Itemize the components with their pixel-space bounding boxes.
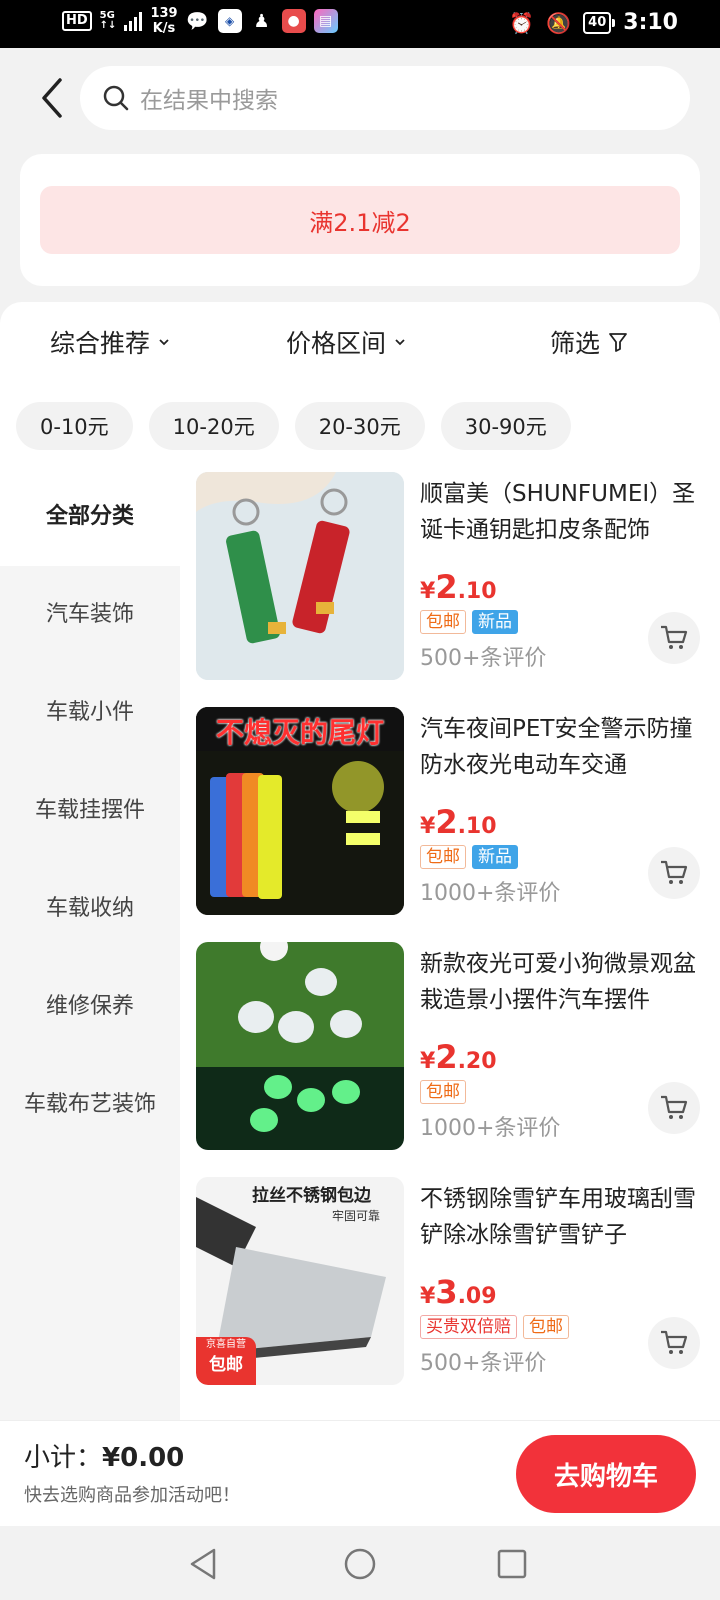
mute-icon: 🔕 bbox=[546, 10, 572, 35]
product-tags: 包邮 bbox=[420, 1080, 466, 1104]
clock: 3:10 bbox=[623, 10, 678, 35]
checkout-bar: 小计：¥0.00 快去选购商品参加活动吧！ 去购物车 bbox=[0, 1420, 720, 1526]
search-placeholder: 在结果中搜索 bbox=[140, 88, 278, 114]
review-count: 500+条评价 bbox=[420, 646, 547, 671]
product-price: ¥2.20 bbox=[420, 1038, 497, 1076]
promo-card: 满2.1减2 bbox=[20, 154, 700, 286]
price-guarantee-tag: 买贵双倍赔 bbox=[420, 1315, 517, 1339]
network-speed: 139 K/s bbox=[150, 6, 178, 36]
battery-indicator: 40 bbox=[583, 11, 616, 34]
checkout-hint: 快去选购商品参加活动吧！ bbox=[24, 1485, 240, 1506]
search-icon bbox=[103, 85, 129, 111]
add-to-cart-button[interactable] bbox=[648, 1082, 700, 1134]
nav-recents-icon[interactable] bbox=[492, 1544, 532, 1584]
product-image-subcaption: 牢固可靠 bbox=[332, 1209, 381, 1223]
category-item[interactable]: 汽车装饰 bbox=[0, 562, 180, 662]
category-all[interactable]: 全部分类 bbox=[0, 462, 180, 566]
product-title[interactable]: 顺富美（SHUNFUMEI）圣诞卡通钥匙扣皮条配饰 bbox=[420, 476, 704, 548]
product-price: ¥2.10 bbox=[420, 568, 497, 606]
category-item[interactable]: 维修保养 bbox=[0, 954, 180, 1054]
search-input[interactable]: 在结果中搜索 bbox=[80, 66, 690, 130]
alarm-icon: ⏰ bbox=[509, 10, 535, 35]
sort-price-range-label: 价格区间 bbox=[286, 329, 387, 358]
product-image-caption: 拉丝不锈钢包边 bbox=[252, 1186, 371, 1206]
product-image[interactable]: 不熄灭的尾灯 bbox=[196, 707, 404, 915]
wechat-icon: 💬 bbox=[186, 10, 209, 32]
chevron-down-icon bbox=[395, 339, 405, 346]
product-image[interactable]: 拉丝不锈钢包边 牢固可靠 京喜自营 包邮 bbox=[196, 1177, 404, 1385]
sort-comprehensive[interactable]: 综合推荐 bbox=[50, 324, 170, 360]
price-chip[interactable]: 10-20元 bbox=[148, 402, 279, 450]
bank-icon: ◈ bbox=[217, 9, 242, 33]
status-bar: HD 5G ↑↓ 139 K/s 💬 ◈ ♟ ● ▤ ⏰ 🔕 40 3:10 bbox=[0, 0, 720, 48]
review-count: 1000+条评价 bbox=[420, 881, 561, 906]
sort-comprehensive-label: 综合推荐 bbox=[50, 329, 151, 358]
review-count: 1000+条评价 bbox=[420, 1116, 561, 1141]
price-chip[interactable]: 30-90元 bbox=[440, 402, 571, 450]
chevron-down-icon bbox=[159, 339, 169, 346]
seller-badge: 京喜自营 包邮 bbox=[196, 1337, 256, 1385]
product-price: ¥3.09 bbox=[420, 1273, 497, 1311]
price-chip[interactable]: 20-30元 bbox=[294, 402, 425, 450]
new-product-tag: 新品 bbox=[472, 610, 518, 634]
free-shipping-tag: 包邮 bbox=[523, 1315, 569, 1339]
price-chip[interactable]: 0-10元 bbox=[16, 402, 133, 450]
promo-banner[interactable]: 满2.1减2 bbox=[40, 186, 680, 254]
product-tags: 买贵双倍赔 包邮 bbox=[420, 1315, 569, 1339]
review-count: 500+条评价 bbox=[420, 1351, 547, 1376]
product-tags: 包邮 新品 bbox=[420, 610, 518, 634]
product-image-caption: 不熄灭的尾灯 bbox=[215, 716, 384, 749]
product-price: ¥2.10 bbox=[420, 803, 497, 841]
product-title[interactable]: 新款夜光可爱小狗微景观盆栽造景小摆件汽车摆件 bbox=[420, 946, 704, 1018]
cart-icon bbox=[661, 1095, 688, 1119]
add-to-cart-button[interactable] bbox=[648, 847, 700, 899]
price-chips: 0-10元 10-20元 20-30元 30-90元 bbox=[16, 402, 571, 450]
subtotal-label: 小计： bbox=[24, 1443, 103, 1473]
category-item[interactable]: 车载布艺装饰 bbox=[0, 1052, 180, 1152]
product-image[interactable] bbox=[196, 942, 404, 1150]
filter-button[interactable]: 筛选 bbox=[550, 324, 628, 360]
product-card[interactable]: 新款夜光可爱小狗微景观盆栽造景小摆件汽车摆件 ¥2.20 包邮 1000+条评价 bbox=[196, 942, 706, 1152]
hd-indicator: HD bbox=[62, 11, 92, 31]
cart-icon bbox=[661, 625, 688, 649]
go-to-cart-button[interactable]: 去购物车 bbox=[516, 1435, 696, 1513]
subtotal: 小计：¥0.00 bbox=[24, 1437, 184, 1474]
back-arrow-icon[interactable] bbox=[36, 76, 70, 120]
nav-back-icon[interactable] bbox=[184, 1544, 224, 1584]
product-tags: 包邮 新品 bbox=[420, 845, 518, 869]
add-to-cart-button[interactable] bbox=[648, 612, 700, 664]
sort-bar: 综合推荐 价格区间 筛选 bbox=[0, 302, 720, 388]
product-card[interactable]: 顺富美（SHUNFUMEI）圣诞卡通钥匙扣皮条配饰 ¥2.10 包邮 新品 50… bbox=[196, 472, 706, 682]
free-shipping-tag: 包邮 bbox=[420, 845, 466, 869]
product-title[interactable]: 汽车夜间PET安全警示防撞防水夜光电动车交通 bbox=[420, 711, 704, 783]
nav-home-icon[interactable] bbox=[340, 1544, 380, 1584]
free-shipping-tag: 包邮 bbox=[420, 610, 466, 634]
product-card[interactable]: 不熄灭的尾灯 汽车夜间PET安全警示防撞防水夜光电动车交通 ¥2.10 包邮 新… bbox=[196, 707, 706, 917]
category-sidebar: 全部分类 汽车装饰 车载小件 车载挂摆件 车载收纳 维修保养 车载布艺装饰 bbox=[0, 462, 180, 1420]
wallet-icon: ▤ bbox=[313, 9, 338, 33]
new-product-tag: 新品 bbox=[472, 845, 518, 869]
header: 在结果中搜索 bbox=[0, 48, 720, 144]
filter-icon bbox=[609, 333, 627, 352]
signal-icon bbox=[124, 11, 143, 31]
free-shipping-tag: 包邮 bbox=[420, 1080, 466, 1104]
qq-icon: ♟ bbox=[253, 10, 270, 32]
system-nav-bar bbox=[0, 1526, 720, 1600]
product-card[interactable]: 拉丝不锈钢包边 牢固可靠 京喜自营 包邮 不锈钢除雪铲车用玻璃刮雪铲除冰除雪铲雪… bbox=[196, 1177, 706, 1387]
category-item[interactable]: 车载小件 bbox=[0, 660, 180, 760]
sort-price-range[interactable]: 价格区间 bbox=[286, 324, 406, 360]
add-to-cart-button[interactable] bbox=[648, 1317, 700, 1369]
product-title[interactable]: 不锈钢除雪铲车用玻璃刮雪铲除冰除雪铲雪铲子 bbox=[420, 1181, 704, 1253]
product-image[interactable] bbox=[196, 472, 404, 680]
network-type: 5G ↑↓ bbox=[99, 10, 117, 31]
cart-icon bbox=[661, 860, 688, 884]
main-panel: 综合推荐 价格区间 筛选 0-10元 10-20元 20-30元 30-90元 … bbox=[0, 302, 720, 1420]
filter-label: 筛选 bbox=[550, 329, 601, 358]
category-item[interactable]: 车载收纳 bbox=[0, 856, 180, 956]
subtotal-amount: ¥0.00 bbox=[102, 1443, 185, 1473]
category-item[interactable]: 车载挂摆件 bbox=[0, 758, 180, 858]
cart-icon bbox=[661, 1330, 688, 1354]
app-icon: ● bbox=[281, 9, 306, 33]
